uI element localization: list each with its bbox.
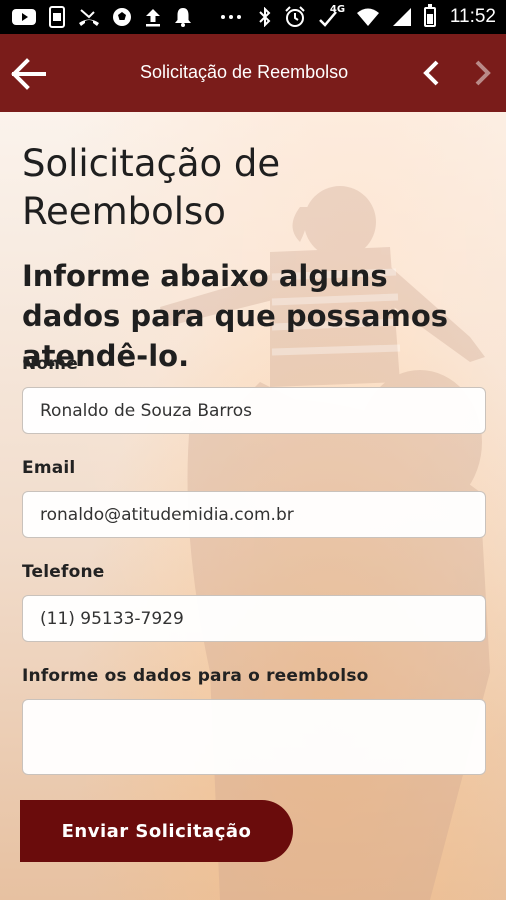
page-title: Solicitação de Reembolso (22, 142, 281, 233)
status-left-icons (12, 6, 242, 28)
arrow-back-icon (11, 58, 46, 90)
phone-label: Telefone (22, 562, 105, 582)
chevron-right-icon (475, 60, 491, 86)
chevron-left-icon (423, 60, 439, 86)
signal-4g-icon: 4G (318, 4, 346, 28)
details-textarea[interactable] (22, 699, 486, 775)
email-field-group: Email ronaldo@atitudemidia.com.br (22, 458, 486, 538)
app-bar-title: Solicitação de Reembolso (140, 62, 349, 82)
screenshot-icon (49, 6, 65, 28)
bluetooth-icon (259, 7, 271, 27)
status-right-icons: 4G 11:52 (258, 4, 496, 28)
network-label: 4G (329, 4, 346, 15)
details-label: Informe os dados para o reembolso (22, 666, 369, 686)
notification-bell-icon (175, 8, 191, 27)
alarm-icon (285, 6, 305, 27)
next-button[interactable] (466, 56, 500, 90)
name-field-group: Nome Ronaldo de Souza Barros (22, 354, 486, 434)
soccer-icon (113, 8, 131, 26)
cell-signal-icon (392, 8, 411, 26)
name-label: Nome (22, 354, 78, 374)
email-input[interactable]: ronaldo@atitudemidia.com.br (22, 491, 486, 538)
app-bar: Solicitação de Reembolso (0, 34, 506, 112)
missed-call-icon (79, 9, 99, 26)
email-label: Email (22, 458, 76, 478)
youtube-icon (12, 9, 36, 25)
more-dots-icon (221, 15, 241, 19)
upload-icon (146, 9, 160, 27)
submit-button[interactable]: Enviar Solicitação (20, 800, 293, 862)
clock: 11:52 (449, 6, 496, 27)
back-button[interactable] (6, 52, 50, 96)
previous-button[interactable] (414, 56, 448, 90)
phone-input[interactable]: (11) 95133-7929 (22, 595, 486, 642)
main-content: Solicitação de Reembolso Informe abaixo … (22, 140, 486, 376)
phone-field-group: Telefone (11) 95133-7929 (22, 562, 486, 642)
name-input[interactable]: Ronaldo de Souza Barros (22, 387, 486, 434)
battery-icon (423, 4, 436, 27)
wifi-icon (356, 8, 379, 26)
status-bar: 4G 11:52 (0, 0, 506, 34)
details-field-group: Informe os dados para o reembolso (22, 666, 486, 775)
